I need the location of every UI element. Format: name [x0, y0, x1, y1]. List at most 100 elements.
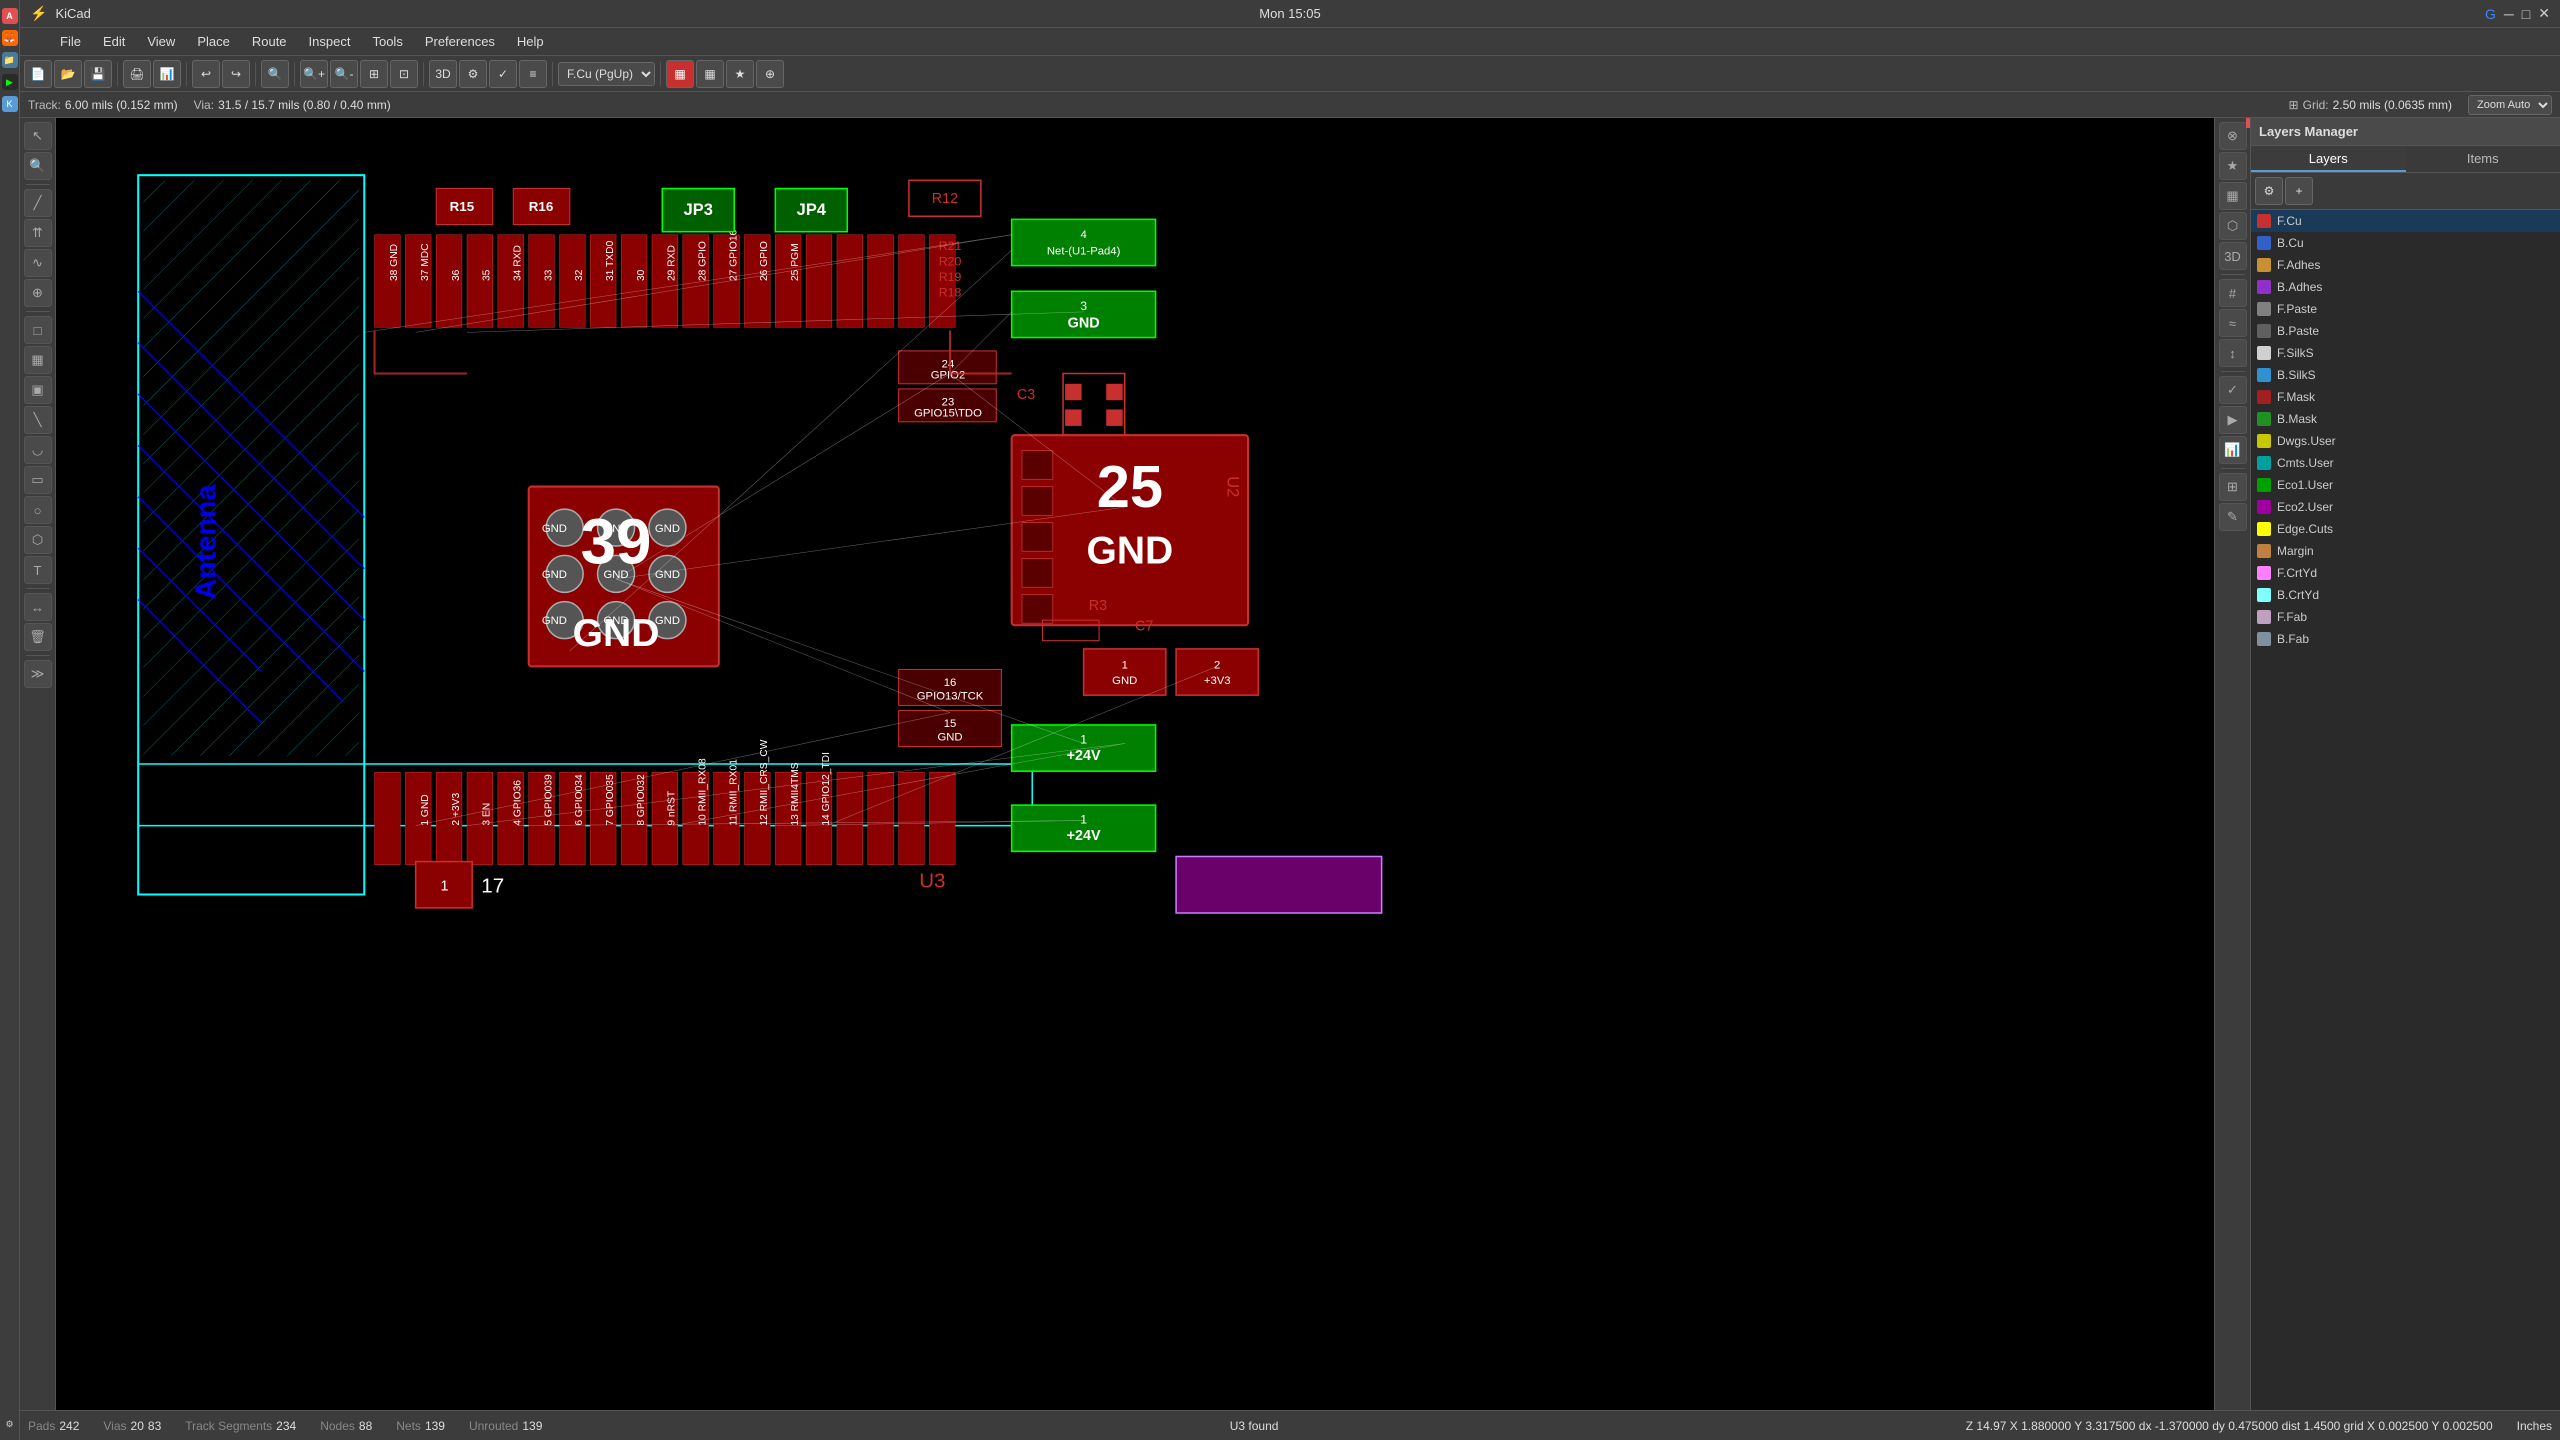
menu-tools[interactable]: Tools	[362, 32, 412, 51]
redo-btn[interactable]: ↪	[222, 60, 250, 88]
layer-item-b-crtyd[interactable]: B.CrtYd	[2251, 584, 2560, 606]
highlight-net-btn[interactable]: ★	[726, 60, 754, 88]
select-tool[interactable]: ↖	[24, 122, 52, 150]
route-track-tool[interactable]: ╱	[24, 189, 52, 217]
layer-item-b-adhes[interactable]: B.Adhes	[2251, 276, 2560, 298]
show-pad-numbers[interactable]: #	[2219, 279, 2247, 307]
route-tune-tool[interactable]: ∿	[24, 249, 52, 277]
measure-tool[interactable]: ↔	[24, 593, 52, 621]
layer-item-f-adhes[interactable]: F.Adhes	[2251, 254, 2560, 276]
show-ratsnest-btn[interactable]: ⊗	[2219, 122, 2247, 150]
settings-icon[interactable]: ⚙	[2, 1416, 18, 1432]
menu-route[interactable]: Route	[242, 32, 297, 51]
layer-item-b-silks[interactable]: B.SilkS	[2251, 364, 2560, 386]
layer-select[interactable]: F.Cu (PgUp)	[558, 62, 655, 86]
layer-item-margin[interactable]: Margin	[2251, 540, 2560, 562]
firefox-icon[interactable]: 🦊	[2, 30, 18, 46]
add-rule-area-tool[interactable]: ▣	[24, 376, 52, 404]
add-text-tool[interactable]: T	[24, 556, 52, 584]
layer-item-f-crtyd[interactable]: F.CrtYd	[2251, 562, 2560, 584]
run-script-btn[interactable]: ▶	[2219, 406, 2247, 434]
zoom-board-btn[interactable]: ⊡	[390, 60, 418, 88]
maximize-btn[interactable]: □	[2522, 6, 2530, 22]
search-btn[interactable]: 🔍	[261, 60, 289, 88]
print-btn[interactable]: 🖨	[123, 60, 151, 88]
close-btn[interactable]: ✕	[2538, 5, 2550, 22]
draw-tool2[interactable]: ✎	[2219, 503, 2247, 531]
add-via-tool[interactable]: ⊕	[24, 279, 52, 307]
kicad-taskbar-icon[interactable]: K	[2, 96, 18, 112]
board-setup-btn[interactable]: ⚙	[459, 60, 487, 88]
new-btn[interactable]: 📄	[24, 60, 52, 88]
draw-line-tool[interactable]: ╲	[24, 406, 52, 434]
drc-btn[interactable]: ✓	[2219, 376, 2247, 404]
scripting-console[interactable]: ≫	[24, 660, 52, 688]
pcb-view[interactable]: Antenna R15 R16	[56, 118, 2214, 1410]
net-inspector-btn[interactable]: ≡	[519, 60, 547, 88]
show-grid-btn[interactable]: ⊞	[2219, 473, 2247, 501]
plot-btn[interactable]: 📊	[153, 60, 181, 88]
layer-item-b-mask[interactable]: B.Mask	[2251, 408, 2560, 430]
draw-arc-tool[interactable]: ◡	[24, 436, 52, 464]
copper-fill-btn[interactable]: ▦	[666, 60, 694, 88]
clearance-btn[interactable]: ⊕	[756, 60, 784, 88]
menu-view[interactable]: View	[137, 32, 185, 51]
layer-item-f-paste[interactable]: F.Paste	[2251, 298, 2560, 320]
svg-text:25: 25	[1097, 453, 1163, 520]
layer-item-b-fab[interactable]: B.Fab	[2251, 628, 2560, 650]
minimize-btn[interactable]: ─	[2504, 6, 2514, 22]
layer-item-b-paste[interactable]: B.Paste	[2251, 320, 2560, 342]
zoom-select[interactable]: Zoom Auto	[2468, 95, 2552, 115]
terminal-icon[interactable]: ▶	[2, 74, 18, 90]
files-icon[interactable]: 📁	[2, 52, 18, 68]
zoom-fit-btn[interactable]: ⊞	[360, 60, 388, 88]
open-btn[interactable]: 📂	[54, 60, 82, 88]
show-3d-btn[interactable]: 3D	[2219, 242, 2247, 270]
layer-item-eco2-user[interactable]: Eco2.User	[2251, 496, 2560, 518]
highlight-net-btn[interactable]: ★	[2219, 152, 2247, 180]
3d-view-btn[interactable]: 3D	[429, 60, 457, 88]
zoom-out-btn[interactable]: 🔍-	[330, 60, 358, 88]
pcb-canvas[interactable]: Antenna R15 R16	[56, 118, 2214, 1410]
zoom-in-btn[interactable]: 🔍+	[300, 60, 328, 88]
layer-item-f-fab[interactable]: F.Fab	[2251, 606, 2560, 628]
draw-polygon-tool[interactable]: ⬡	[24, 526, 52, 554]
layers-settings-btn[interactable]: ⚙	[2255, 177, 2283, 205]
board-stats-btn[interactable]: 📊	[2219, 436, 2247, 464]
draw-circle-tool[interactable]: ○	[24, 496, 52, 524]
layer-item-edge-cuts[interactable]: Edge.Cuts	[2251, 518, 2560, 540]
layer-item-f-mask[interactable]: F.Mask	[2251, 386, 2560, 408]
activities-icon[interactable]: A	[2, 8, 18, 24]
add-zone-tool[interactable]: ▦	[24, 346, 52, 374]
add-footprint-tool[interactable]: □	[24, 316, 52, 344]
layer-item-b-cu[interactable]: B.Cu	[2251, 232, 2560, 254]
show-ratsnest2[interactable]: ≈	[2219, 309, 2247, 337]
layer-item-f-cu[interactable]: F.Cu	[2251, 210, 2560, 232]
show-layers-btn[interactable]: ▦	[2219, 182, 2247, 210]
delete-tool[interactable]: 🗑	[24, 623, 52, 651]
show-copper-btn[interactable]: ⬡	[2219, 212, 2247, 240]
layer-item-dwgs-user[interactable]: Dwgs.User	[2251, 430, 2560, 452]
layer-item-eco1-user[interactable]: Eco1.User	[2251, 474, 2560, 496]
menu-preferences[interactable]: Preferences	[415, 32, 505, 51]
design-rules-btn[interactable]: ✓	[489, 60, 517, 88]
tab-items[interactable]: Items	[2406, 146, 2560, 172]
menu-place[interactable]: Place	[187, 32, 240, 51]
tab-layers[interactable]: Layers	[2251, 146, 2406, 172]
units-status: Inches	[2517, 1419, 2552, 1433]
inspect-tool[interactable]: 🔍	[24, 152, 52, 180]
menu-inspect[interactable]: Inspect	[299, 32, 361, 51]
route-differential-tool[interactable]: ⇈	[24, 219, 52, 247]
menu-edit[interactable]: Edit	[93, 32, 135, 51]
draw-rect-tool[interactable]: ▭	[24, 466, 52, 494]
layer-item-f-silks[interactable]: F.SilkS	[2251, 342, 2560, 364]
layers-list[interactable]: F.CuB.CuF.AdhesB.AdhesF.PasteB.PasteF.Si…	[2251, 210, 2560, 1410]
menu-file[interactable]: File	[50, 32, 91, 51]
save-btn[interactable]: 💾	[84, 60, 112, 88]
layers-expand-btn[interactable]: +	[2285, 177, 2313, 205]
menu-help[interactable]: Help	[507, 32, 554, 51]
undo-btn[interactable]: ↩	[192, 60, 220, 88]
layer-item-cmts-user[interactable]: Cmts.User	[2251, 452, 2560, 474]
copper-fill-all-btn[interactable]: ▦	[696, 60, 724, 88]
flip-board-btn[interactable]: ↕	[2219, 339, 2247, 367]
